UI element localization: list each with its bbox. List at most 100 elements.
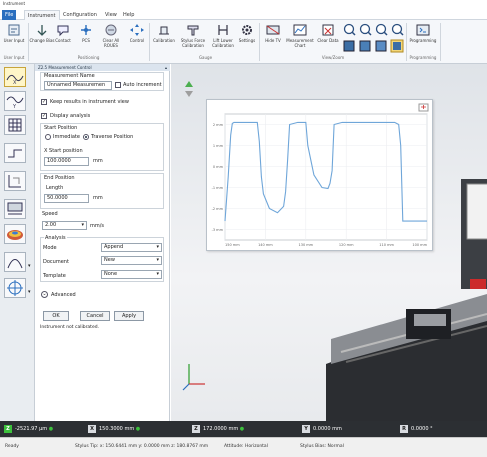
mode-select[interactable]: Append ▾ [101,243,162,252]
zoom-in-icon[interactable] [343,23,356,36]
clear-all-button[interactable]: Clear All ROUES [98,23,124,53]
view-side-icon[interactable] [359,40,371,52]
tool-3d-map[interactable] [4,224,26,244]
settings-button[interactable]: Settings [234,23,260,53]
ok-button[interactable]: OK [43,311,69,321]
hide-tv-button[interactable]: Hide TV [260,23,286,53]
measurement-name-input[interactable]: Unnamed Measuremen [44,81,112,90]
hide-tv-icon [266,25,280,35]
ribbon-separator [149,23,150,61]
document-dropdown-icon: ▾ [156,257,159,263]
chart-x-tick-label: 130 mm [298,243,313,247]
tool-target-dropdown-icon[interactable]: ▾ [28,289,31,295]
corner-icon [8,175,21,188]
tool-corner[interactable] [4,171,26,191]
x-start-unit: mm [93,158,103,164]
tool-y-measure[interactable]: Y [4,91,26,111]
surface-icon [7,202,23,215]
svg-text:X: X [13,80,17,86]
move-down-icon[interactable] [185,91,193,97]
zoom-out-icon[interactable] [359,23,372,36]
instrument-carriage [466,183,487,240]
speed-dropdown-icon: ▾ [81,222,84,228]
cancel-button[interactable]: Cancel [80,311,110,321]
tab-file[interactable]: File [2,10,17,20]
auto-increment-label: Auto increment [123,82,162,88]
calibration-button[interactable]: Calibration [151,23,177,53]
programming-button[interactable]: Programming [407,23,439,53]
x-start-input[interactable]: 100.0000 [44,157,89,166]
r-position-value: 0.0000 ° [411,426,433,432]
tool-arc[interactable] [4,252,26,272]
auto-increment-checkbox[interactable] [115,82,121,88]
template-select[interactable]: None ▾ [101,270,162,279]
apply-button[interactable]: Apply [114,311,144,321]
traverse-position-radio[interactable] [83,134,89,140]
view-front-icon[interactable] [343,40,355,52]
display-analysis-checkbox[interactable]: ✓ [41,113,47,119]
tab-view[interactable]: View [102,10,120,20]
view-iso-icon[interactable] [390,39,404,53]
measurement-chart-window[interactable]: 2 mm 1 mm 0 mm -1 mm -2 mm -3 mm 150 mm 140 mm 1… [206,99,433,251]
menu-bar: File Instrument Configuration View Help [0,9,487,20]
tab-help[interactable]: Help [120,10,137,20]
tool-grid[interactable] [4,115,26,135]
measurement-tool-strip: X Y ▾ ▾ [0,64,35,421]
zoom-fit-icon[interactable] [375,23,388,36]
control-button[interactable]: Control [124,23,150,53]
stylus-force-icon [187,25,199,36]
measurement-chart-button[interactable]: Measurement Chart [286,23,314,53]
z-position-readout: Z 172.0000 mm ● [192,425,244,434]
length-input[interactable]: 50.0000 [44,194,89,203]
group-gauge: Gauge [198,55,213,60]
chart-y-tick-label: -1 mm [212,186,224,190]
keep-results-checkbox[interactable]: ✓ [41,99,47,105]
zoom-window-icon[interactable] [391,23,404,36]
settings-icon [242,25,252,35]
display-analysis-label: Display analysis [50,113,91,119]
tool-x-measure[interactable]: X [4,67,26,87]
tab-instrument[interactable]: Instrument [24,10,60,20]
tool-arc-dropdown-icon[interactable]: ▾ [28,263,31,269]
chart-x-tick-label: 150 mm [225,243,240,247]
speed-label: Speed [42,211,58,217]
status-stylus-bias: Stylus Bias: Normal [300,444,344,449]
clear-data-button[interactable]: Clear Data [315,23,341,53]
tab-configuration[interactable]: Configuration [60,10,100,20]
document-select[interactable]: New ▾ [101,256,162,265]
pcs-icon [81,25,91,35]
speed-unit: mm/s [90,223,105,229]
stylus-force-calibration-button[interactable]: Stylus Force Calibration [178,23,208,53]
advanced-label[interactable]: Advanced [51,292,76,298]
chart-x-tick-label: 110 mm [379,243,394,247]
control-icon [130,24,144,36]
clear-data-icon [322,24,334,36]
tool-surface[interactable] [4,199,26,219]
coordinate-bar: Z -2521.97 μm ● X 150.3000 mm ● Z 172.0000 … [0,421,487,437]
immediate-radio[interactable] [45,134,51,140]
chart-x-tick-label: 140 mm [258,243,273,247]
length-unit: mm [93,195,103,201]
measurement-chart: 2 mm 1 mm 0 mm -1 mm -2 mm -3 mm 150 mm 140 mm 1… [212,103,429,247]
lift-lower-icon [218,25,228,35]
workpiece [414,314,446,326]
pcs-button[interactable]: PCS [73,23,99,53]
ribbon: User Input Change Bias Contact PCS Clear… [0,20,487,64]
view-top-icon[interactable] [375,40,387,52]
panel-collapse-icon[interactable]: ▴ [165,64,167,71]
tool-step[interactable] [4,143,26,163]
tool-target[interactable] [4,278,26,298]
move-up-icon[interactable] [185,81,193,87]
measurement-chart-icon [293,24,307,36]
profile-y-icon: Y [6,96,24,110]
grid-icon [8,118,22,132]
advanced-expand-icon[interactable]: ⌄ [41,291,48,298]
app-title: Instrument [3,1,26,6]
speed-select[interactable]: 2.00 ▾ [42,221,87,230]
group-view-zoom: View/Zoom [321,55,345,60]
template-label: Template [43,273,66,279]
user-input-button[interactable]: User Input [1,23,27,53]
x-start-label: X Start position [44,148,83,154]
measurement-control-panel: Z2.5 Measurement Control ▴ Measurement N… [35,64,170,421]
chart-y-tick-label: -2 mm [212,207,224,211]
